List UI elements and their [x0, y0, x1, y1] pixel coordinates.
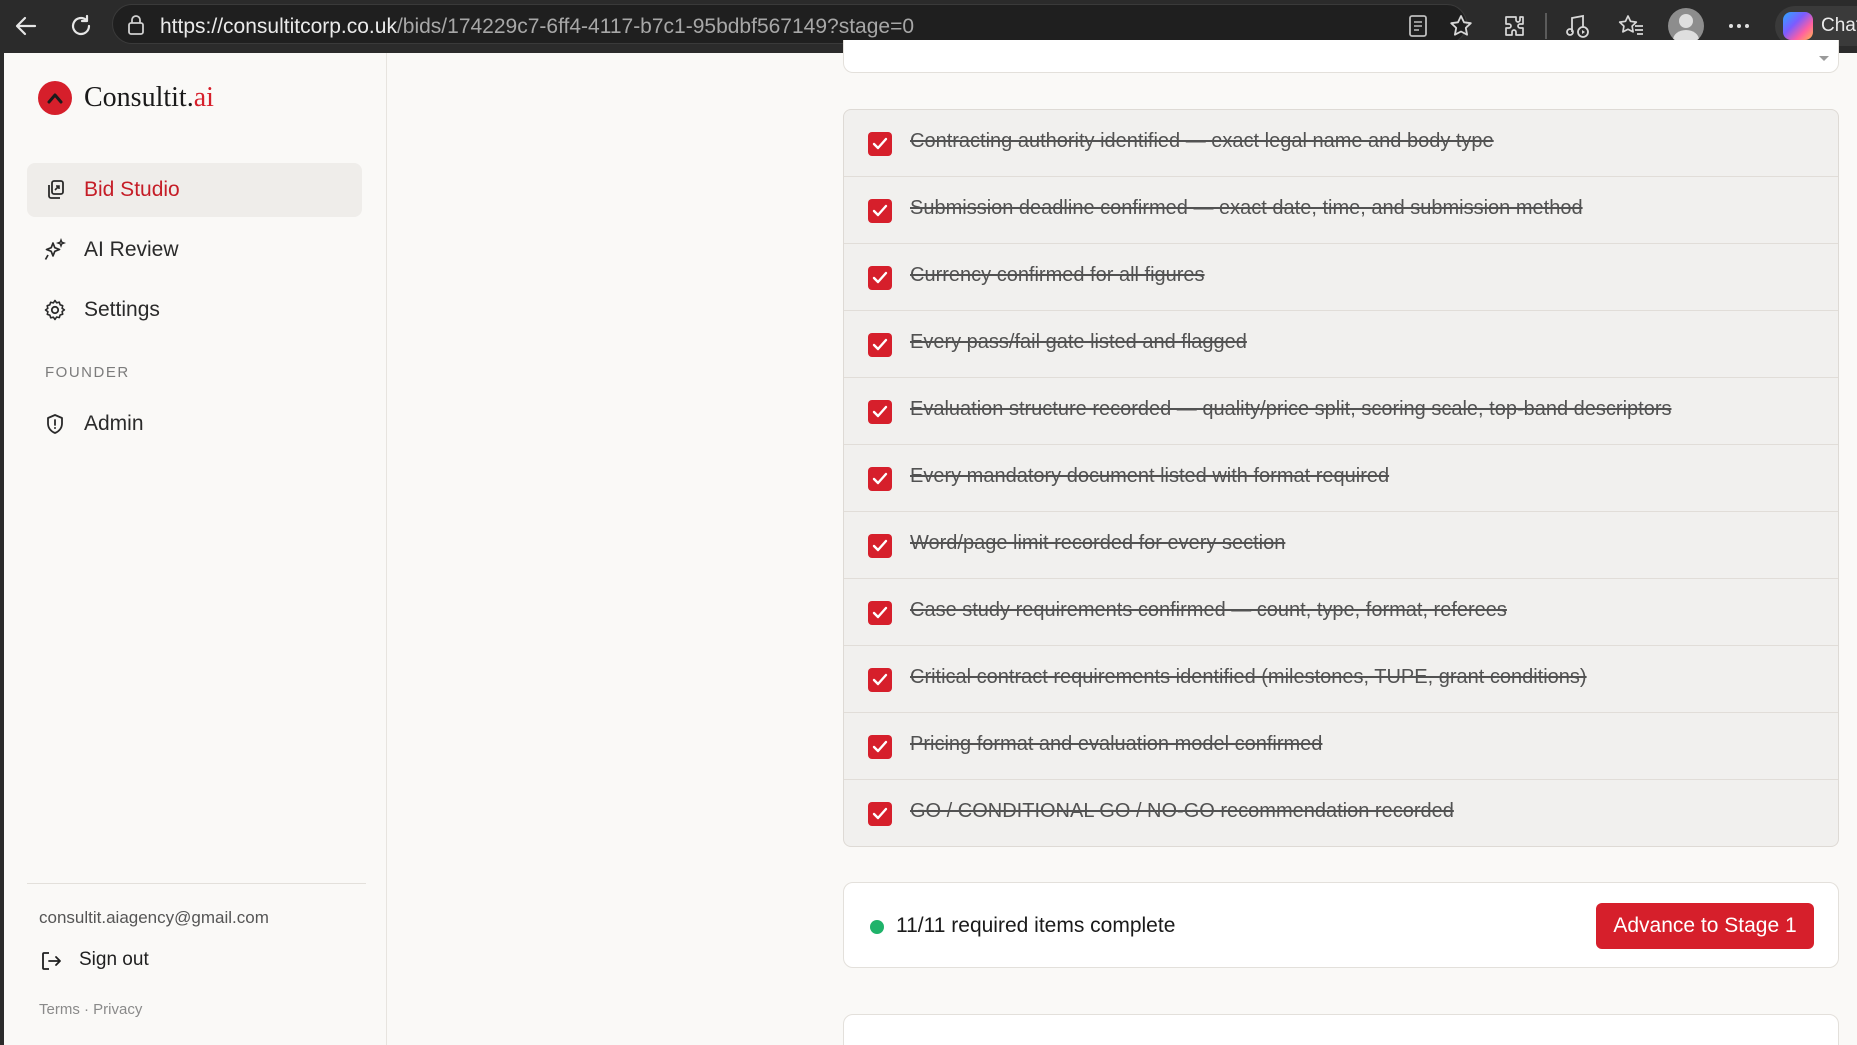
- checklist-item[interactable]: Contracting authority identified — exact…: [844, 110, 1838, 177]
- lock-icon[interactable]: [127, 15, 145, 40]
- checkbox-checked-icon[interactable]: [868, 199, 892, 223]
- brand-name-suffix: ai: [193, 82, 214, 113]
- checklist-item[interactable]: GO / CONDITIONAL GO / NO-GO recommendati…: [844, 780, 1838, 846]
- copilot-icon: [1783, 12, 1813, 40]
- sign-out-button[interactable]: Sign out: [39, 946, 239, 976]
- checklist-item[interactable]: Submission deadline confirmed — exact da…: [844, 177, 1838, 244]
- checklist-item[interactable]: Pricing format and evaluation model conf…: [844, 713, 1838, 780]
- checklist-item[interactable]: Case study requirements confirmed — coun…: [844, 579, 1838, 646]
- checklist-item-label: Critical contract requirements identifie…: [910, 666, 1587, 688]
- back-icon[interactable]: [11, 11, 41, 41]
- checkbox-checked-icon[interactable]: [868, 400, 892, 424]
- checklist-item[interactable]: Currency confirmed for all figures: [844, 244, 1838, 311]
- status-dot: [870, 920, 884, 934]
- stage-checklist: Contracting authority identified — exact…: [843, 109, 1839, 847]
- brand-mark-icon: [38, 81, 72, 115]
- copilot-label: Chat: [1821, 15, 1857, 36]
- sign-out-icon: [39, 949, 63, 978]
- checklist-item-label: Case study requirements confirmed — coun…: [910, 599, 1507, 621]
- reader-icon[interactable]: [1402, 10, 1434, 42]
- sidebar: Consultit.ai Bid Studio AI Review Settin…: [4, 53, 387, 1045]
- sidebar-item-label: Admin: [84, 412, 144, 435]
- sidebar-item-bid-studio[interactable]: Bid Studio: [27, 163, 362, 217]
- favorite-star-icon[interactable]: [1445, 10, 1477, 42]
- sidebar-item-label: Settings: [84, 298, 160, 321]
- checklist-item-label: Submission deadline confirmed — exact da…: [910, 197, 1583, 219]
- profile-avatar[interactable]: [1668, 8, 1704, 44]
- previous-section-card: [843, 40, 1839, 73]
- checklist-item-label: Word/page limit recorded for every secti…: [910, 532, 1286, 554]
- url-text[interactable]: https://consultitcorp.co.uk/bids/174229c…: [160, 15, 914, 39]
- checklist-item[interactable]: Word/page limit recorded for every secti…: [844, 512, 1838, 579]
- gear-icon: [43, 298, 67, 322]
- checklist-item-label: Contracting authority identified — exact…: [910, 130, 1494, 152]
- checklist-item-label: Every mandatory document listed with for…: [910, 465, 1390, 487]
- checklist-item[interactable]: Evaluation structure recorded — quality/…: [844, 378, 1838, 445]
- checklist-item-label: Evaluation structure recorded — quality/…: [910, 398, 1672, 420]
- bid-studio-icon: [43, 178, 67, 202]
- sidebar-item-ai-review[interactable]: AI Review: [27, 223, 362, 277]
- sign-out-label: Sign out: [79, 949, 149, 970]
- url-host: https://consultitcorp.co.uk: [160, 15, 397, 38]
- sidebar-divider: [27, 883, 366, 884]
- sidebar-item-admin[interactable]: Admin: [27, 397, 362, 451]
- checkbox-checked-icon[interactable]: [868, 132, 892, 156]
- completion-status-card: 11/11 required items complete Advance to…: [843, 882, 1839, 968]
- checkbox-checked-icon[interactable]: [868, 802, 892, 826]
- sidebar-item-settings[interactable]: Settings: [27, 283, 362, 337]
- checklist-item-label: Currency confirmed for all figures: [910, 264, 1205, 286]
- advance-stage-button[interactable]: Advance to Stage 1: [1596, 903, 1814, 949]
- refresh-icon[interactable]: [66, 11, 96, 41]
- checklist-item-label: GO / CONDITIONAL GO / NO-GO recommendati…: [910, 800, 1454, 822]
- checkbox-checked-icon[interactable]: [868, 601, 892, 625]
- checklist-item[interactable]: Every mandatory document listed with for…: [844, 445, 1838, 512]
- brand-name: Consultit.ai: [84, 82, 214, 114]
- url-path: /bids/174229c7-6ff4-4117-b7c1-95bdbf5671…: [396, 15, 915, 38]
- brand-name-prefix: Consultit.: [84, 82, 194, 113]
- checkbox-checked-icon[interactable]: [868, 266, 892, 290]
- checkbox-checked-icon[interactable]: [868, 668, 892, 692]
- footer-links[interactable]: Terms · Privacy: [39, 1001, 142, 1018]
- sidebar-item-label: Bid Studio: [84, 178, 180, 201]
- chevron-down-icon[interactable]: [1818, 50, 1830, 68]
- sparkles-icon: [43, 237, 67, 262]
- sidebar-item-label: AI Review: [84, 238, 179, 261]
- address-bar[interactable]: https://consultitcorp.co.uk/bids/174229c…: [112, 4, 1467, 44]
- more-icon[interactable]: [1723, 10, 1755, 42]
- section-label-founder: FOUNDER: [45, 364, 130, 381]
- checklist-item-label: Every pass/fail gate listed and flagged: [910, 331, 1247, 353]
- checkbox-checked-icon[interactable]: [868, 534, 892, 558]
- brand-logo[interactable]: Consultit.ai: [38, 81, 214, 115]
- shield-icon: [43, 412, 67, 436]
- extensions-icon[interactable]: [1499, 10, 1531, 42]
- next-section-card: [843, 1014, 1839, 1045]
- favorites-icon[interactable]: [1615, 10, 1647, 42]
- checklist-item-label: Pricing format and evaluation model conf…: [910, 733, 1323, 755]
- media-icon[interactable]: [1561, 10, 1593, 42]
- checkbox-checked-icon[interactable]: [868, 333, 892, 357]
- checklist-item[interactable]: Critical contract requirements identifie…: [844, 646, 1838, 713]
- checklist-item[interactable]: Every pass/fail gate listed and flagged: [844, 311, 1838, 378]
- checkbox-checked-icon[interactable]: [868, 467, 892, 491]
- toolbar-separator: [1545, 13, 1547, 39]
- completion-status-text: 11/11 required items complete: [896, 914, 1176, 937]
- checkbox-checked-icon[interactable]: [868, 735, 892, 759]
- user-email: consultit.aiagency@gmail.com: [39, 908, 269, 927]
